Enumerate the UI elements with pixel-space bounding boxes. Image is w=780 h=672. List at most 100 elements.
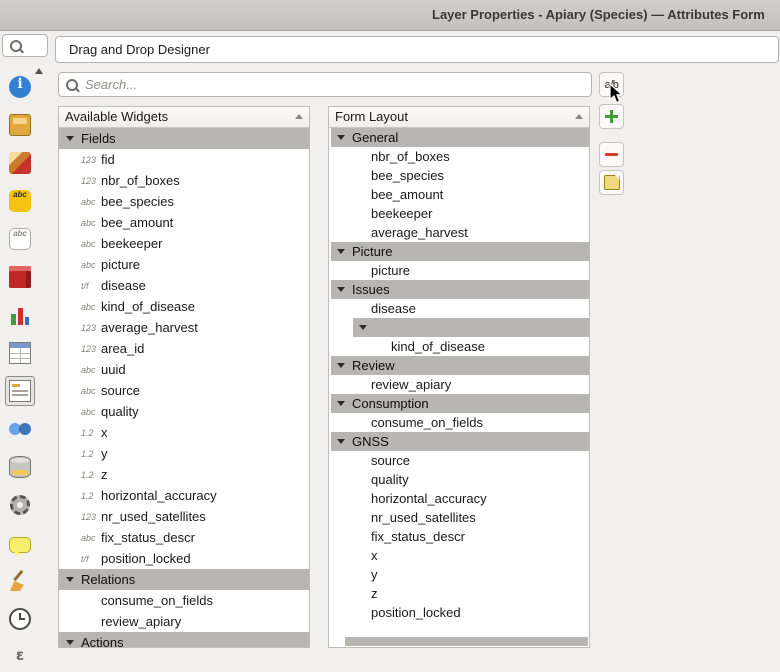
field-type-icon: abc	[81, 197, 101, 207]
widget-item-label: x	[101, 425, 108, 440]
sidebar-item-diagrams[interactable]	[5, 300, 35, 330]
remove-container-button[interactable]	[599, 142, 624, 167]
form-layout-header[interactable]: Form Layout	[329, 107, 589, 128]
form-item-nr_used_satellites[interactable]: nr_used_satellites	[329, 508, 589, 527]
widget-item-z[interactable]: 1.2z	[59, 464, 309, 485]
widget-item-uuid[interactable]: abcuuid	[59, 359, 309, 380]
expand-triangle-icon[interactable]	[359, 325, 367, 330]
sidebar-item-masks[interactable]	[5, 224, 35, 254]
widget-group-relations[interactable]: Relations	[59, 569, 309, 590]
sidebar-item-fields[interactable]	[5, 338, 35, 368]
widget-item-bee_species[interactable]: abcbee_species	[59, 191, 309, 212]
edit-container-button[interactable]	[599, 170, 624, 195]
text-format-button[interactable]: a/b	[599, 72, 624, 97]
sidebar-item-display[interactable]	[5, 528, 35, 558]
minus-icon	[605, 153, 618, 156]
form-item-nbr_of_boxes[interactable]: nbr_of_boxes	[329, 147, 589, 166]
expand-triangle-icon[interactable]	[66, 577, 74, 582]
form-item-beekeeper[interactable]: beekeeper	[329, 204, 589, 223]
form-item-x[interactable]: x	[329, 546, 589, 565]
form-item-disease[interactable]: disease	[329, 299, 589, 318]
sidebar-item-temporal[interactable]	[5, 604, 35, 634]
widget-item-consume_on_fields[interactable]: consume_on_fields	[59, 590, 309, 611]
form-item-z[interactable]: z	[329, 584, 589, 603]
expand-triangle-icon[interactable]	[337, 135, 345, 140]
widget-item-disease[interactable]: t/fdisease	[59, 275, 309, 296]
sidebar-item-source[interactable]	[5, 110, 35, 140]
form-group-issues[interactable]: Issues	[331, 280, 589, 299]
sidebar-item-auxiliary-storage[interactable]	[5, 452, 35, 482]
field-type-icon: abc	[81, 260, 101, 270]
expand-triangle-icon[interactable]	[66, 136, 74, 141]
form-item-average_harvest[interactable]: average_harvest	[329, 223, 589, 242]
widget-item-bee_amount[interactable]: abcbee_amount	[59, 212, 309, 233]
form-item-bee_species[interactable]: bee_species	[329, 166, 589, 185]
widget-item-review_apiary[interactable]: review_apiary	[59, 611, 309, 632]
widget-item-label: beekeeper	[101, 236, 162, 251]
form-group-general[interactable]: General	[331, 128, 589, 147]
form-item-position_locked[interactable]: position_locked	[329, 603, 589, 622]
widget-item-nr_used_satellites[interactable]: 123nr_used_satellites	[59, 506, 309, 527]
search-input[interactable]	[58, 72, 592, 97]
widget-item-x[interactable]: 1.2x	[59, 422, 309, 443]
widget-group-fields[interactable]: Fields	[59, 128, 309, 149]
sidebar-scroll-up-icon[interactable]	[35, 68, 43, 74]
sidebar-item-labels[interactable]	[5, 186, 35, 216]
widget-item-kind_of_disease[interactable]: abckind_of_disease	[59, 296, 309, 317]
form-group-consumption[interactable]: Consumption	[331, 394, 589, 413]
form-group-review[interactable]: Review	[331, 356, 589, 375]
add-container-button[interactable]	[599, 104, 624, 129]
form-group-gnss[interactable]: GNSS	[331, 432, 589, 451]
widget-group-actions[interactable]: Actions	[59, 632, 309, 648]
expand-triangle-icon[interactable]	[337, 439, 345, 444]
expand-triangle-icon[interactable]	[337, 287, 345, 292]
widget-item-label: uuid	[101, 362, 126, 377]
group-label: General	[352, 130, 398, 145]
widget-item-label: consume_on_fields	[101, 593, 213, 608]
window-title-bar[interactable]: Layer Properties - Apiary (Species) — At…	[0, 0, 780, 31]
form-item-bee_amount[interactable]: bee_amount	[329, 185, 589, 204]
properties-search-box[interactable]	[2, 34, 48, 57]
widget-item-area_id[interactable]: 123area_id	[59, 338, 309, 359]
form-item-review_apiary[interactable]: review_apiary	[329, 375, 589, 394]
widget-item-y[interactable]: 1.2y	[59, 443, 309, 464]
form-item-source[interactable]: source	[329, 451, 589, 470]
widget-item-average_harvest[interactable]: 123average_harvest	[59, 317, 309, 338]
attributes-form-icon	[9, 380, 31, 402]
form-group-unnamed[interactable]	[353, 318, 589, 337]
form-item-horizontal_accuracy[interactable]: horizontal_accuracy	[329, 489, 589, 508]
expand-triangle-icon[interactable]	[337, 401, 345, 406]
sidebar-item-variables[interactable]	[5, 642, 35, 672]
form-item-consume_on_fields[interactable]: consume_on_fields	[329, 413, 589, 432]
sidebar-item-information[interactable]	[5, 72, 35, 102]
sidebar-item-rendering[interactable]	[5, 566, 35, 596]
available-widgets-header[interactable]: Available Widgets	[59, 107, 309, 128]
form-item-picture[interactable]: picture	[329, 261, 589, 280]
expand-triangle-icon[interactable]	[66, 640, 74, 645]
widget-item-horizontal_accuracy[interactable]: 1.2horizontal_accuracy	[59, 485, 309, 506]
expand-triangle-icon[interactable]	[337, 363, 345, 368]
form-item-y[interactable]: y	[329, 565, 589, 584]
sidebar-item-3d-view[interactable]	[5, 262, 35, 292]
sidebar-item-actions[interactable]	[5, 490, 35, 520]
form-item-quality[interactable]: quality	[329, 470, 589, 489]
widget-item-beekeeper[interactable]: abcbeekeeper	[59, 233, 309, 254]
widget-item-picture[interactable]: abcpicture	[59, 254, 309, 275]
widget-item-fix_status_descr[interactable]: abcfix_status_descr	[59, 527, 309, 548]
form-item-fix_status_descr[interactable]: fix_status_descr	[329, 527, 589, 546]
widget-item-quality[interactable]: abcquality	[59, 401, 309, 422]
sidebar-item-symbology[interactable]	[5, 148, 35, 178]
form-group-picture[interactable]: Picture	[331, 242, 589, 261]
designer-mode-selector[interactable]: Drag and Drop Designer	[55, 36, 779, 63]
sidebar-icon-list	[5, 72, 35, 672]
widget-item-nbr_of_boxes[interactable]: 123nbr_of_boxes	[59, 170, 309, 191]
widget-item-fid[interactable]: 123fid	[59, 149, 309, 170]
sidebar-item-joins[interactable]	[5, 414, 35, 444]
form-item-kind_of_disease[interactable]: kind_of_disease	[329, 337, 589, 356]
widget-item-position_locked[interactable]: t/fposition_locked	[59, 548, 309, 569]
expand-triangle-icon[interactable]	[337, 249, 345, 254]
form-item-label: disease	[371, 301, 416, 316]
widget-item-source[interactable]: abcsource	[59, 380, 309, 401]
sidebar-item-attributes-form[interactable]	[5, 376, 35, 406]
form-item-label: position_locked	[371, 605, 461, 620]
